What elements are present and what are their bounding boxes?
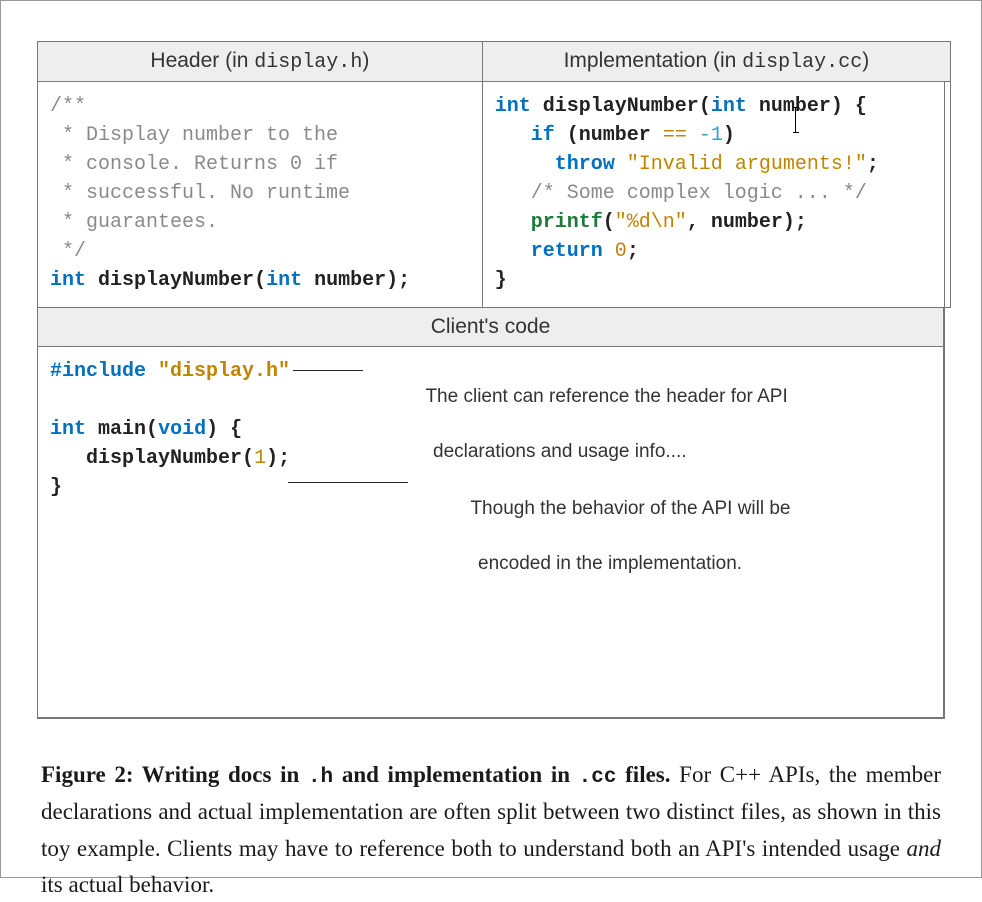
- header-panel: Header (in display.h) /** * Display numb…: [37, 41, 483, 308]
- code-var: number: [579, 124, 651, 147]
- code-brace: }: [495, 269, 507, 292]
- code-type: int: [711, 95, 747, 118]
- header-title-file: display.h: [254, 51, 362, 74]
- code-number: 0: [615, 240, 627, 263]
- header-panel-title: Header (in display.h): [38, 42, 482, 82]
- top-row: Header (in display.h) /** * Display numb…: [38, 42, 944, 308]
- client-panel-title: Client's code: [38, 308, 943, 347]
- code-comment: * guarantees.: [50, 211, 218, 234]
- figure-container: Header (in display.h) /** * Display numb…: [37, 41, 945, 719]
- code-param: num: [759, 95, 795, 118]
- code-keyword: return: [531, 240, 603, 263]
- header-title-suffix: ): [362, 49, 369, 72]
- code-comment: */: [50, 240, 86, 263]
- code-string: "%d\n": [615, 211, 687, 234]
- code-punct: ;: [867, 153, 879, 176]
- code-punct: );: [783, 211, 807, 234]
- impl-title-file: display.cc: [742, 51, 862, 74]
- code-punct: (: [242, 447, 254, 470]
- annotation-connector: [293, 370, 363, 371]
- client-code: #include "display.h" int main(void) { di…: [38, 347, 943, 717]
- code-punct: );: [386, 269, 410, 292]
- code-type: void: [158, 418, 206, 441]
- code-type: int: [50, 269, 86, 292]
- code-number: 1: [254, 447, 266, 470]
- code-op: ==: [651, 124, 699, 147]
- code-punct: ;: [627, 240, 639, 263]
- code-punct: (: [254, 269, 266, 292]
- code-func-name: displayNumber: [543, 95, 699, 118]
- note-text: declarations and usage info....: [373, 438, 788, 466]
- note-text: Though the behavior of the API will be: [470, 498, 790, 519]
- code-punct: ) {: [831, 95, 867, 118]
- code-type: int: [495, 95, 531, 118]
- code-include-file: "display.h": [158, 360, 290, 383]
- code-comment: * Display number to the: [50, 124, 338, 147]
- header-title-prefix: Header (in: [150, 49, 254, 72]
- code-punct: (: [555, 124, 579, 147]
- page: Header (in display.h) /** * Display numb…: [0, 0, 982, 878]
- annotation-note-2: Though the behavior of the API will be e…: [418, 467, 791, 632]
- code-var: number: [711, 211, 783, 234]
- code-comment: * successful. No runtime: [50, 182, 350, 205]
- impl-panel: Implementation (in display.cc) int displ…: [482, 41, 951, 308]
- code-func-name: displayNumber: [98, 269, 254, 292]
- impl-title-prefix: Implementation (in: [564, 49, 743, 72]
- code-comment: * console. Returns 0 if: [50, 153, 338, 176]
- code-include: #include: [50, 360, 146, 383]
- impl-title-suffix: ): [862, 49, 869, 72]
- code-call: printf: [531, 211, 603, 234]
- code-comment: /* Some complex logic ... */: [531, 182, 867, 205]
- figure-caption: Figure 2: Writing docs in .h and impleme…: [37, 757, 945, 902]
- code-keyword: throw: [555, 153, 615, 176]
- code-param: ber: [795, 95, 831, 118]
- code-punct: ) {: [206, 418, 242, 441]
- impl-panel-title: Implementation (in display.cc): [483, 42, 950, 82]
- impl-code: int displayNumber(int number) { if (numb…: [483, 82, 950, 307]
- code-brace: }: [50, 476, 62, 499]
- code-punct: );: [266, 447, 290, 470]
- header-code: /** * Display number to the * console. R…: [38, 82, 482, 307]
- caption-text: files.: [616, 762, 670, 787]
- client-panel: Client's code #include "display.h" int m…: [37, 307, 944, 718]
- caption-text: Figure 2: Writing docs in: [41, 762, 308, 787]
- note-text: encoded in the implementation.: [418, 550, 791, 578]
- caption-em: and: [907, 836, 942, 861]
- code-call: displayNumber: [86, 447, 242, 470]
- code-type: int: [266, 269, 302, 292]
- code-punct: ): [723, 124, 735, 147]
- note-text: The client can reference the header for …: [425, 386, 787, 407]
- code-param: number: [314, 269, 386, 292]
- code-func-name: main: [98, 418, 146, 441]
- caption-body: its actual behavior.: [41, 872, 214, 897]
- code-type: int: [50, 418, 86, 441]
- code-number: -1: [699, 124, 723, 147]
- code-keyword: if: [531, 124, 555, 147]
- caption-lead: Figure 2: Writing docs in .h and impleme…: [41, 762, 671, 787]
- code-comment: /**: [50, 95, 86, 118]
- code-punct: ,: [687, 211, 711, 234]
- code-string: "Invalid arguments!": [627, 153, 867, 176]
- caption-mono: .h: [308, 766, 333, 789]
- code-punct: (: [603, 211, 615, 234]
- code-punct: (: [146, 418, 158, 441]
- code-punct: (: [699, 95, 711, 118]
- caption-mono: .cc: [579, 766, 617, 789]
- caption-text: and implementation in: [333, 762, 579, 787]
